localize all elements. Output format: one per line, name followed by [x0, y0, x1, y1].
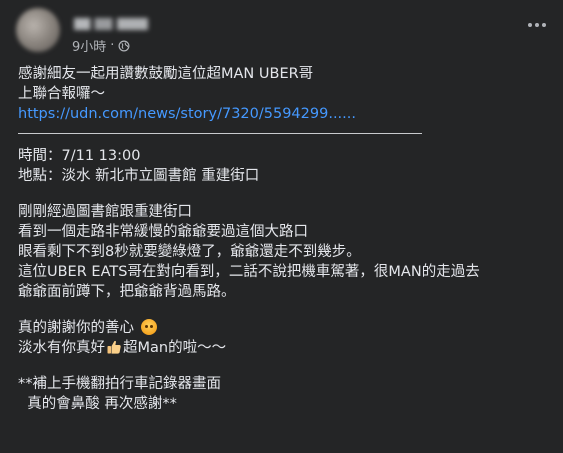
globe-icon[interactable] — [118, 40, 130, 52]
avatar[interactable] — [16, 8, 60, 52]
blushing-face-emoji — [140, 319, 157, 335]
story-line: 爺爺面前蹲下，把爺爺背過馬路。 — [18, 284, 236, 300]
divider — [18, 133, 422, 134]
footer-line: **補上手機翻拍行車記錄器畫面 — [18, 376, 221, 392]
news-link[interactable]: https://udn.com/news/story/7320/5594299.… — [18, 104, 548, 124]
post-timestamp[interactable]: 9小時 — [72, 36, 106, 55]
story-line: 眼看剩下不到8秒就要變綠燈了，爺爺還走不到幾步。 — [18, 244, 361, 260]
intro-line: 上聯合報囉～ — [18, 86, 105, 102]
meta-separator: · — [110, 38, 115, 53]
story-line: 這位UBER EATS哥在對向看到，二話不說把機車駕著，很MAN的走過去 — [18, 264, 480, 280]
thanks-line: 真的謝謝你的善心 — [18, 318, 548, 338]
story-line: 看到一個走路非常緩慢的爺爺要過這個大路口 — [18, 224, 308, 240]
thumbs-up-emoji — [107, 340, 121, 354]
praise-text-before: 淡水有你真好 — [18, 340, 105, 356]
footer-line: 真的會鼻酸 再次感謝** — [18, 396, 177, 412]
place-line: 地點：淡水 新北市立圖書館 重建街口 — [18, 168, 260, 184]
more-options-icon[interactable] — [525, 20, 549, 30]
time-line: 時間：7/11 13:00 — [18, 148, 141, 164]
post-meta: 9小時 · — [72, 36, 130, 55]
post-body: 感謝細友一起用讚數鼓勵這位超MAN UBER哥 上聯合報囉～ https://u… — [18, 64, 548, 414]
praise-text-after: 超Man的啦～～ — [123, 340, 227, 356]
intro-line: 感謝細友一起用讚數鼓勵這位超MAN UBER哥 — [18, 66, 314, 82]
thanks-text: 真的謝謝你的善心 — [18, 320, 134, 336]
story-line: 剛剛經過圖書館跟重建街口 — [18, 204, 192, 220]
praise-line: 淡水有你真好 超Man的啦～～ — [18, 338, 548, 358]
author-name-blurred[interactable] — [74, 18, 148, 30]
post-header: 9小時 · — [14, 6, 549, 56]
